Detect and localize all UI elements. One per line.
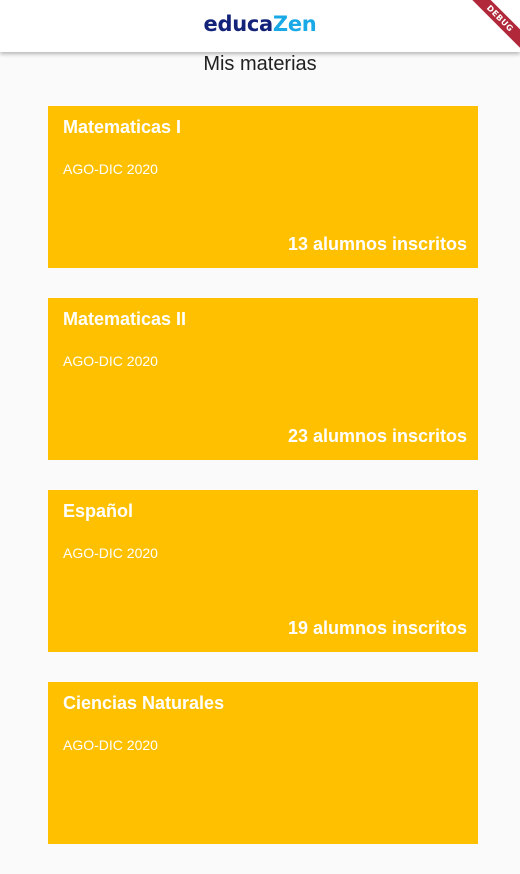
- app-logo: educaZen: [204, 12, 317, 36]
- course-name: Matematicas I: [63, 117, 182, 137]
- course-card[interactable]: Español AGO-DIC 2020 19 alumnos inscrito…: [48, 490, 478, 652]
- debug-banner: DEBUG: [460, 0, 520, 60]
- course-period: AGO-DIC 2020: [63, 161, 158, 177]
- app-bar: educaZen: [0, 0, 520, 52]
- course-card[interactable]: Ciencias Naturales AGO-DIC 2020: [48, 682, 478, 844]
- course-name: Ciencias Naturales: [63, 693, 225, 713]
- course-list: Matematicas I AGO-DIC 2020 13 alumnos in…: [48, 106, 478, 874]
- course-enrolled-count: 19 alumnos inscritos: [287, 618, 467, 638]
- course-enrolled-count: 23 alumnos inscritos: [287, 426, 467, 446]
- course-period: AGO-DIC 2020: [63, 353, 158, 369]
- logo-text-zen: Zen: [272, 12, 317, 36]
- course-card[interactable]: Matematicas I AGO-DIC 2020 13 alumnos in…: [48, 106, 478, 268]
- course-enrolled-count: 13 alumnos inscritos: [287, 234, 467, 254]
- course-name: Matematicas II: [63, 309, 187, 329]
- course-period: AGO-DIC 2020: [63, 737, 158, 753]
- debug-ribbon-label: DEBUG: [467, 0, 520, 52]
- course-name: Español: [63, 501, 134, 521]
- logo-text-educa: educa: [203, 12, 274, 36]
- page-title: Mis materias: [203, 53, 317, 75]
- course-card[interactable]: Matematicas II AGO-DIC 2020 23 alumnos i…: [48, 298, 478, 460]
- course-period: AGO-DIC 2020: [63, 545, 158, 561]
